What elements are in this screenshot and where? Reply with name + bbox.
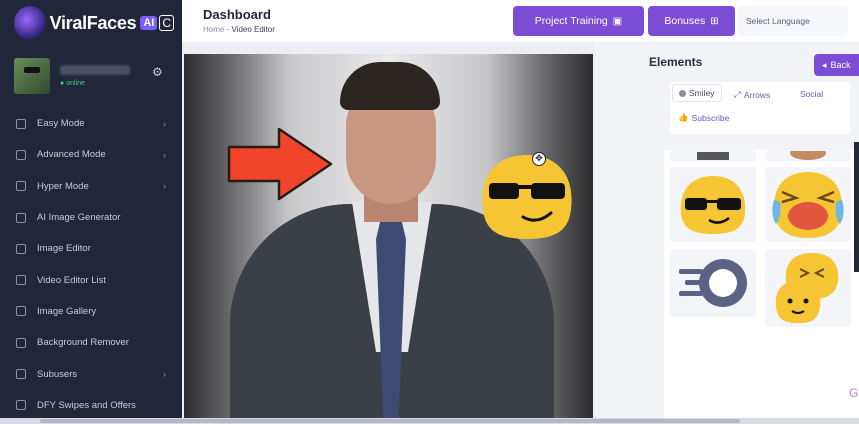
top-header: Dashboard Home - Video Editor Project Tr… (182, 0, 859, 42)
tab-social-label: Social (800, 89, 824, 99)
sidebar-item-advanced-mode[interactable]: Advanced Mode › (0, 139, 182, 170)
calendar-icon: ▣ (612, 15, 623, 27)
sunglasses-emoji-item[interactable] (670, 167, 756, 242)
chevron-right-icon: › (163, 369, 166, 380)
crying-laughing-emoji-icon (772, 171, 844, 238)
video-list-icon (16, 275, 26, 286)
bonuses-label: Bonuses (664, 15, 706, 27)
floating-widget[interactable]: G (811, 342, 859, 410)
brand-logo[interactable]: ViralFaces AI C (14, 4, 174, 42)
element-item-partial[interactable] (765, 150, 851, 162)
widget-icon: G (849, 386, 859, 400)
breadcrumb-home[interactable]: Home (203, 25, 224, 34)
panel-edge-strip (854, 142, 859, 272)
breadcrumb-separator: - (226, 25, 230, 34)
app: ViralFaces AI C ● online ⚙ Easy Mode › A… (0, 0, 859, 424)
sidebar-item-label: DFY Swipes and Offers (37, 399, 136, 411)
squinting-emoji-item[interactable] (765, 249, 851, 327)
gear-icon[interactable]: ⚙ (152, 65, 163, 79)
brand-name: ViralFaces (49, 12, 137, 33)
elements-panel: Elements ◂ Back Smiley ⤢ Arrows Social 👍… (594, 42, 859, 424)
advanced-mode-icon (16, 149, 26, 160)
brand-ai-badge: AI (140, 16, 158, 30)
image-editor-icon (16, 243, 26, 254)
sidebar-item-ai-image-generator[interactable]: AI Image Generator (0, 202, 182, 233)
arrows-tab-icon: ⤢ (734, 89, 741, 99)
sidebar-item-label: Image Editor (37, 243, 91, 255)
move-handle-icon[interactable]: ✥ (532, 152, 546, 166)
brand-badge: C (159, 15, 174, 31)
sidebar: ViralFaces AI C ● online ⚙ Easy Mode › A… (0, 0, 182, 424)
editor-canvas-image[interactable]: ✥ (184, 54, 593, 422)
easy-mode-icon (16, 118, 26, 129)
back-label: Back (830, 60, 851, 70)
avatar[interactable] (14, 58, 50, 94)
elements-tabs: Smiley ⤢ Arrows Social 👍 Subscribe (670, 82, 850, 134)
project-training-label: Project Training (534, 15, 608, 27)
chevron-right-icon: › (163, 181, 166, 192)
user-status: ● online (60, 80, 85, 87)
tab-subscribe[interactable]: 👍 Subscribe (678, 112, 729, 123)
bonuses-button[interactable]: Bonuses ⊞ (648, 6, 735, 36)
sidebar-item-label: Advanced Mode (37, 149, 106, 161)
crying-laughing-emoji-item[interactable] (765, 167, 851, 242)
sidebar-item-easy-mode[interactable]: Easy Mode › (0, 108, 182, 139)
thumbs-up-icon: 👍 (678, 112, 689, 122)
elements-title: Elements (649, 55, 703, 69)
dash-circle-emoji-item[interactable] (670, 249, 756, 317)
sidebar-item-label: Image Gallery (37, 305, 97, 317)
sidebar-nav: Easy Mode › Advanced Mode › Hyper Mode ›… (0, 108, 182, 421)
sidebar-item-subusers[interactable]: Subusers › (0, 358, 182, 389)
gift-icon: ⊞ (710, 15, 719, 27)
sidebar-item-video-editor-list[interactable]: Video Editor List (0, 264, 182, 295)
bg-remover-icon (16, 337, 26, 348)
sidebar-item-background-remover[interactable]: Background Remover (0, 327, 182, 358)
photo-hair (340, 62, 440, 110)
sidebar-item-label: AI Image Generator (37, 212, 121, 224)
hyper-mode-icon (16, 181, 26, 192)
breadcrumb-current: Video Editor (231, 25, 275, 34)
tab-arrows-label: Arrows (743, 89, 771, 100)
language-select-placeholder: Select Language (746, 16, 810, 26)
username-blurred (60, 65, 130, 75)
chevron-right-icon: › (163, 149, 166, 160)
sidebar-item-label: Easy Mode (37, 118, 85, 130)
gallery-icon (16, 306, 26, 317)
smiley-tab-icon (679, 89, 686, 97)
brand-face-icon (14, 6, 46, 40)
sidebar-item-image-editor[interactable]: Image Editor (0, 233, 182, 264)
tab-smiley-label: Smiley (689, 88, 715, 98)
tab-arrows[interactable]: ⤢ Arrows (734, 89, 770, 100)
arrow-sticker[interactable] (227, 127, 333, 201)
sunglasses-emoji-icon (680, 175, 746, 234)
breadcrumb: Home - Video Editor (203, 25, 275, 34)
sidebar-item-label: Subusers (37, 368, 78, 380)
chevron-right-icon: › (163, 118, 166, 129)
sunglasses-emoji-sticker[interactable] (475, 147, 579, 243)
sidebar-item-label: Hyper Mode (37, 180, 89, 192)
tab-subscribe-label: Subscribe (691, 112, 730, 123)
sidebar-item-hyper-mode[interactable]: Hyper Mode › (0, 171, 182, 202)
project-training-button[interactable]: Project Training ▣ (513, 6, 644, 36)
ai-image-icon (16, 212, 26, 223)
sidebar-item-label: Video Editor List (37, 274, 107, 286)
back-icon: ◂ (822, 59, 827, 70)
sidebar-item-label: Background Remover (37, 337, 129, 349)
squinting-emoji-icon (775, 253, 839, 323)
language-select[interactable]: Select Language (738, 6, 848, 36)
subusers-icon (16, 369, 26, 380)
page-title: Dashboard (203, 7, 271, 22)
tab-smiley[interactable]: Smiley (672, 84, 722, 102)
user-profile: ● online ⚙ (14, 58, 174, 98)
sidebar-item-image-gallery[interactable]: Image Gallery (0, 296, 182, 327)
editor-canvas-area: ✥ (182, 42, 594, 424)
tab-social[interactable]: Social (800, 89, 823, 99)
element-item-partial[interactable] (670, 150, 756, 162)
sidebar-item-dfy-swipes[interactable]: DFY Swipes and Offers (0, 390, 182, 421)
swipes-icon (16, 400, 26, 411)
scrollbar-thumb[interactable] (40, 419, 740, 423)
back-button[interactable]: ◂ Back (814, 54, 859, 76)
dash-circle-icon (679, 259, 747, 307)
